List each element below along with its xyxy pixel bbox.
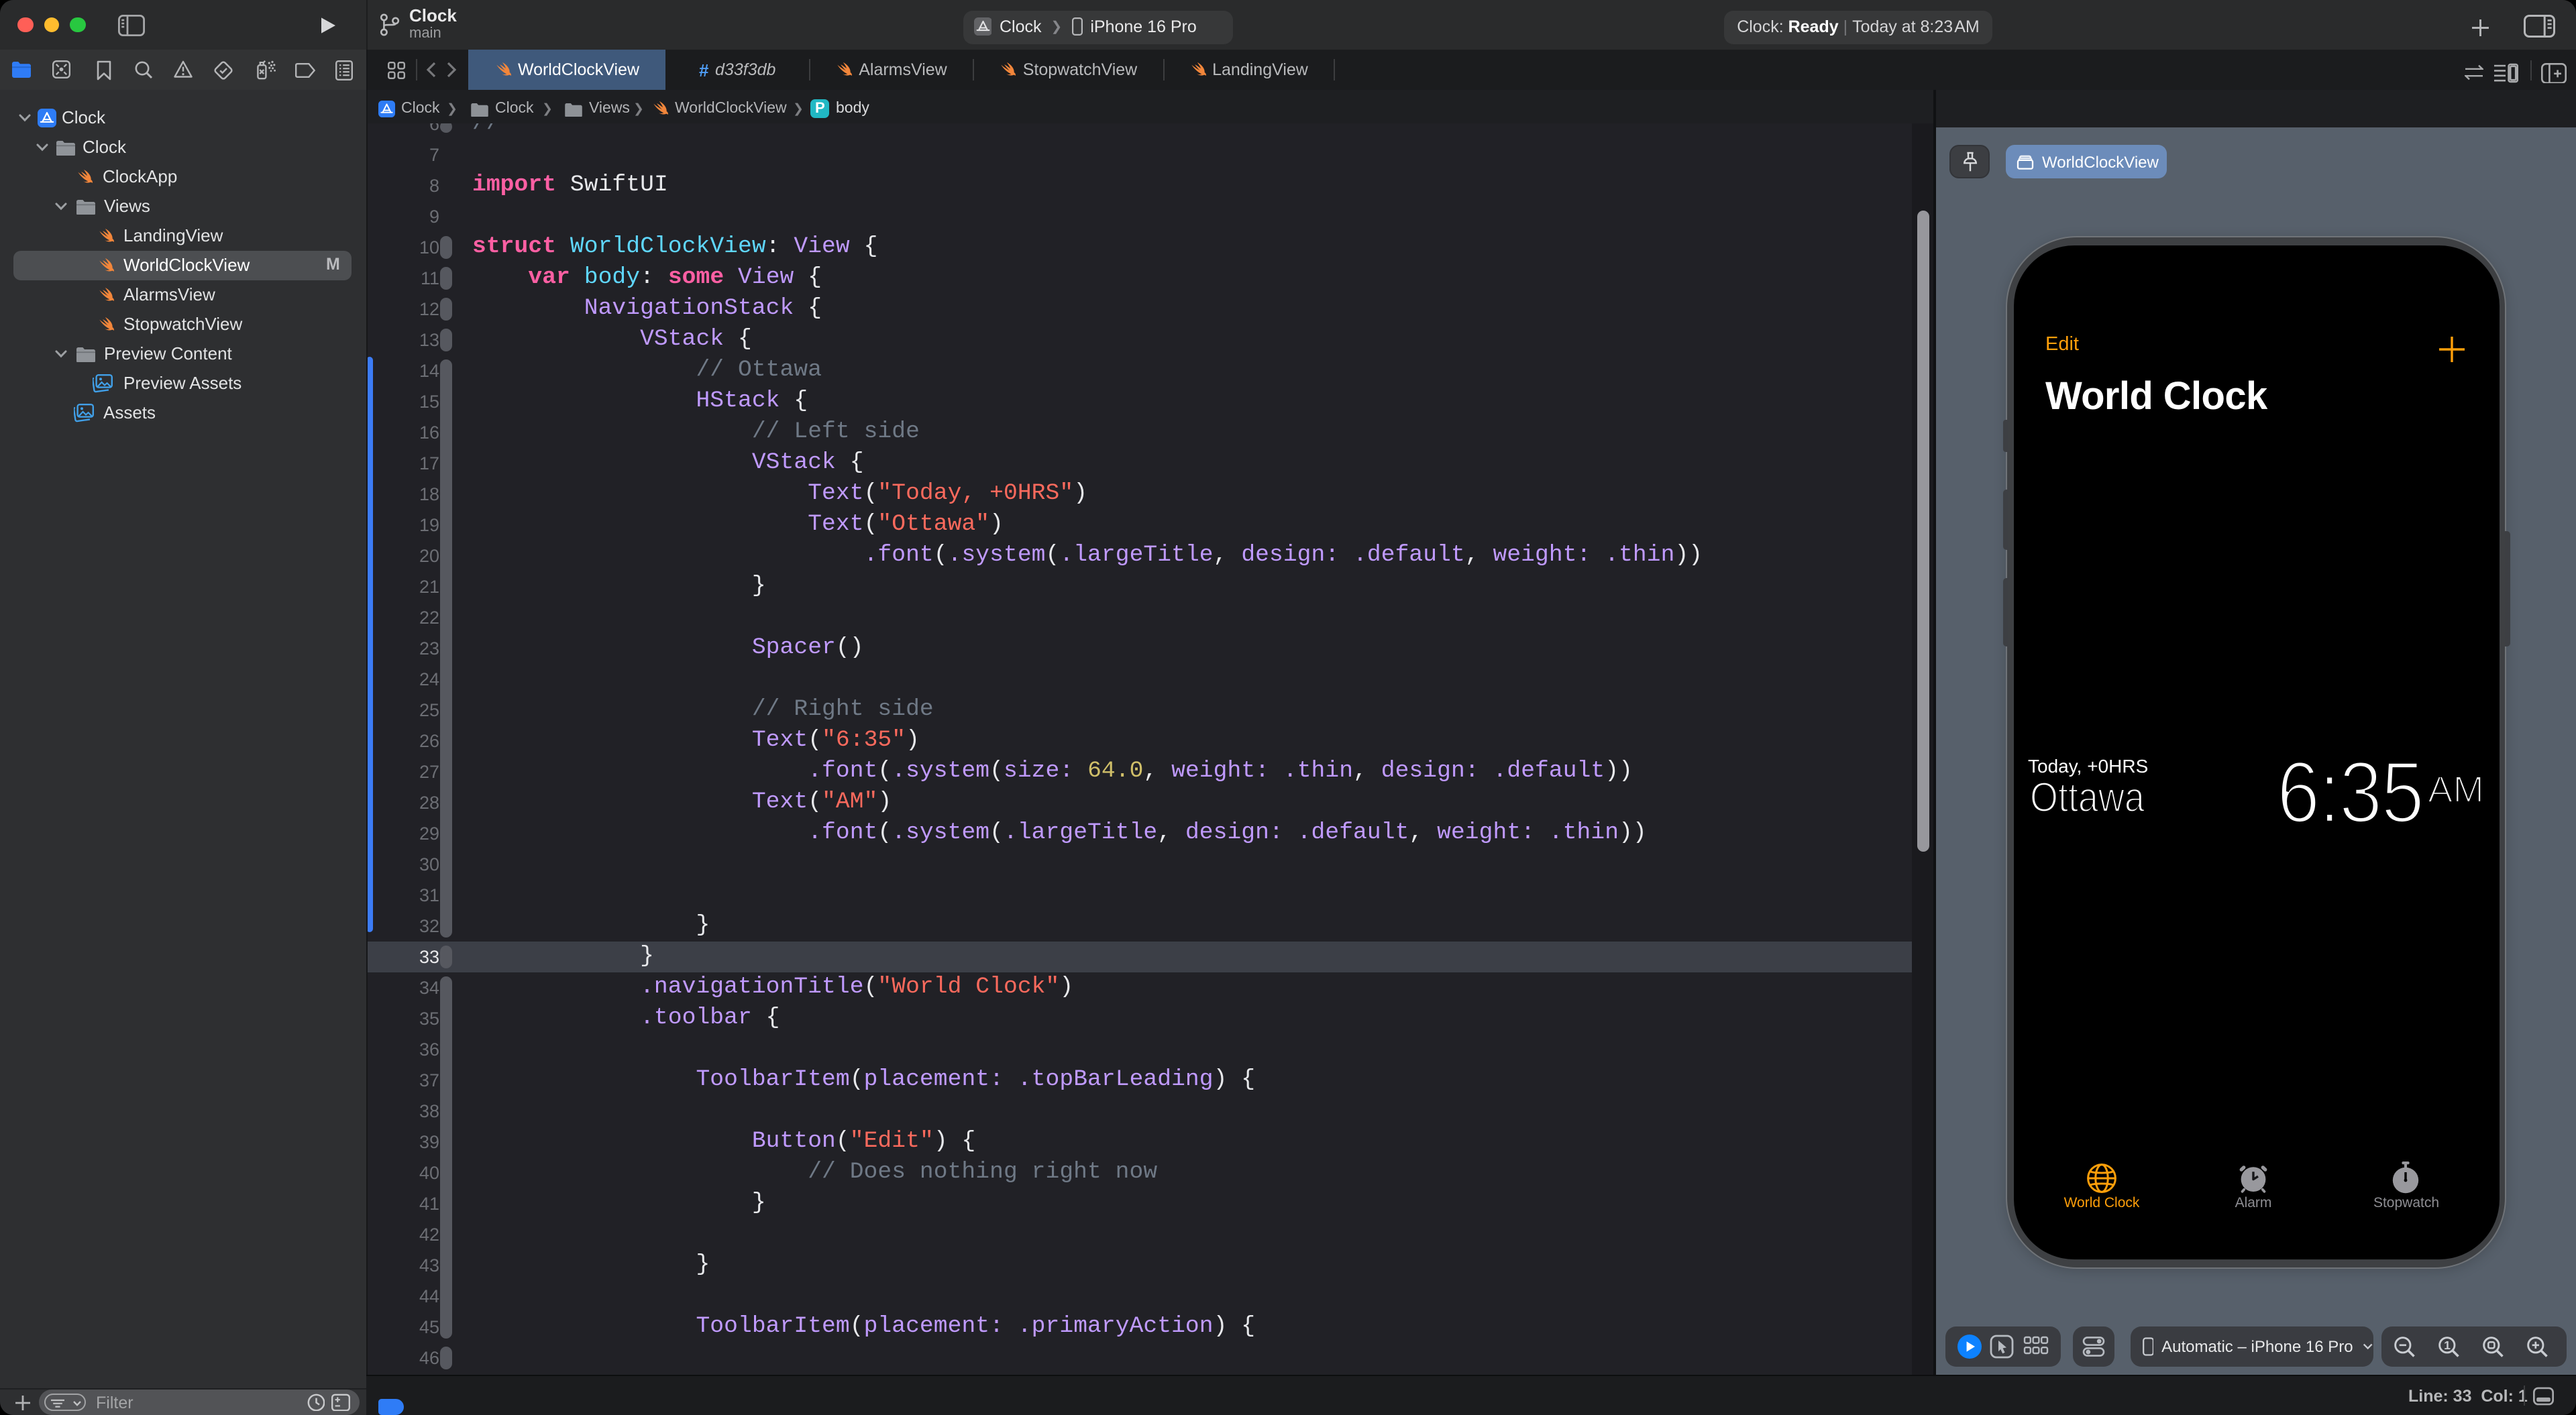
svg-text:1: 1: [2444, 1338, 2451, 1351]
